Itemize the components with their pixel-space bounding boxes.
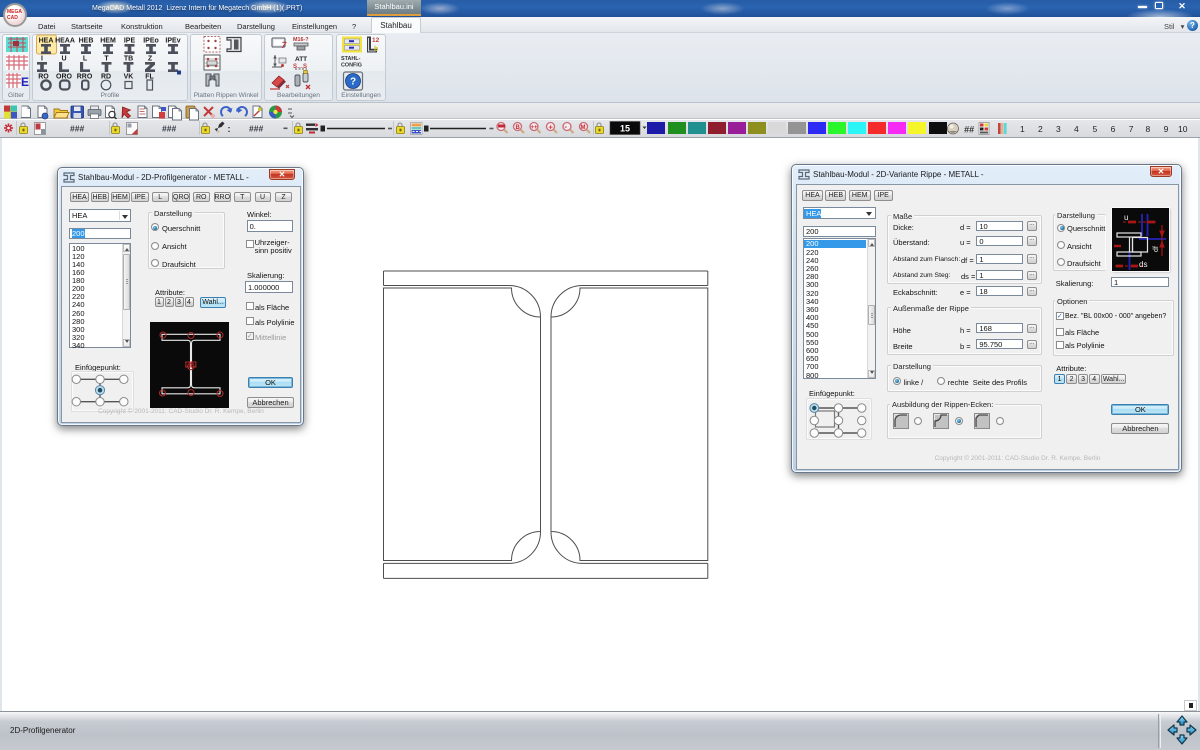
svg-text:###: ### xyxy=(162,124,176,134)
svg-text:L: L xyxy=(83,56,88,63)
svg-text:##: ## xyxy=(964,125,974,135)
svg-text:B: B xyxy=(516,125,521,131)
svg-text:ds: ds xyxy=(1139,260,1147,269)
svg-text:df: df xyxy=(1153,246,1160,252)
svg-text:IPE: IPE xyxy=(124,38,136,45)
svg-text:IPEo: IPEo xyxy=(143,38,159,45)
svg-text:5: 5 xyxy=(1093,124,1098,134)
svg-text:u: u xyxy=(1124,213,1128,222)
svg-text:1: 1 xyxy=(1020,124,1025,134)
svg-text:10: 10 xyxy=(1178,124,1188,134)
svg-text:b: b xyxy=(374,46,378,53)
svg-text:STAHL-: STAHL- xyxy=(341,56,361,62)
svg-text:I: I xyxy=(41,56,43,63)
svg-text:HEM: HEM xyxy=(100,38,116,45)
svg-text:TB: TB xyxy=(124,56,133,63)
svg-text:+: + xyxy=(549,123,554,132)
svg-text:ATT: ATT xyxy=(295,56,307,63)
svg-text:7: 7 xyxy=(1129,124,1134,134)
svg-text:M16-?: M16-? xyxy=(293,37,309,43)
svg-text:HEA: HEA xyxy=(39,38,54,45)
svg-text:++: ++ xyxy=(531,125,539,131)
svg-text:U: U xyxy=(61,56,66,63)
svg-text::: : xyxy=(228,124,231,134)
svg-text:15: 15 xyxy=(620,124,630,134)
svg-text:9: 9 xyxy=(1164,124,1169,134)
svg-text:4: 4 xyxy=(1074,124,1079,134)
svg-text:CONFIG: CONFIG xyxy=(341,63,362,69)
svg-text:RRO: RRO xyxy=(77,74,93,81)
svg-text:8: 8 xyxy=(1146,124,1151,134)
svg-text:VK: VK xyxy=(124,74,134,81)
svg-text:###: ### xyxy=(70,124,84,134)
svg-text:HEAA: HEAA xyxy=(55,38,75,45)
svg-text:###: ### xyxy=(249,124,263,134)
svg-text:12: 12 xyxy=(372,37,380,44)
svg-text:?: ? xyxy=(350,77,356,88)
svg-text:IPEv: IPEv xyxy=(165,38,180,45)
svg-text:7: 7 xyxy=(280,40,287,50)
svg-text:Z: Z xyxy=(148,56,153,63)
svg-text:2: 2 xyxy=(1038,124,1043,134)
svg-text:HEB: HEB xyxy=(79,38,94,45)
svg-text:T: T xyxy=(104,56,109,63)
svg-text:RD: RD xyxy=(101,74,111,81)
svg-text:6: 6 xyxy=(1111,124,1116,134)
svg-text:E: E xyxy=(21,75,29,89)
svg-text:3: 3 xyxy=(1056,124,1061,134)
svg-text:M: M xyxy=(581,125,586,131)
